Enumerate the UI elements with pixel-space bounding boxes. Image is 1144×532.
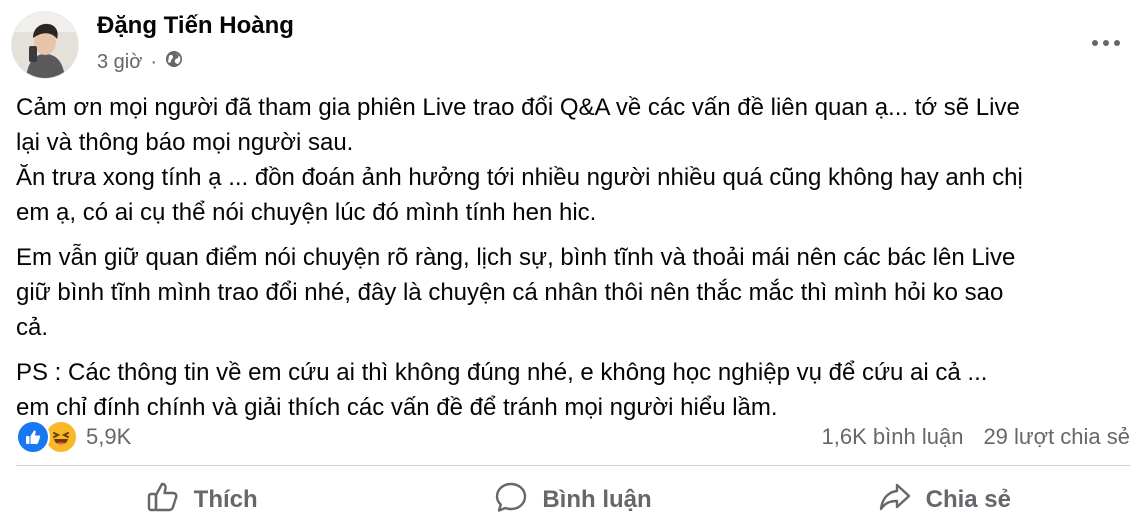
comment-button[interactable]: Bình luận <box>387 472 758 528</box>
like-button[interactable]: Thích <box>16 472 387 528</box>
post-paragraph: PS : Các thông tin về em cứu ai thì khôn… <box>16 359 988 421</box>
post-paragraph: Cảm ơn mọi người đã tham gia phiên Live … <box>16 94 1023 226</box>
post-actions: Thích Bình luận Chia sẻ <box>16 472 1130 528</box>
meta-separator: · <box>150 50 158 73</box>
divider <box>16 465 1130 466</box>
share-button[interactable]: Chia sẻ <box>759 472 1130 528</box>
share-arrow-icon <box>878 480 912 521</box>
globe-icon[interactable] <box>165 50 183 74</box>
more-icon <box>1092 40 1120 46</box>
more-options-button[interactable] <box>1086 30 1126 56</box>
share-count[interactable]: 29 lượt chia sẻ <box>983 424 1130 450</box>
post-stats: 5,9K 1,6K bình luận 29 lượt chia sẻ <box>16 420 1130 454</box>
share-label: Chia sẻ <box>925 486 1011 513</box>
reactions-summary[interactable]: 5,9K <box>16 420 131 454</box>
comment-icon <box>494 480 528 521</box>
post-content: Cảm ơn mọi người đã tham gia phiên Live … <box>16 90 1128 435</box>
post-meta: 3 giờ · <box>97 50 183 74</box>
thumbs-up-icon <box>146 480 180 521</box>
author-avatar[interactable] <box>12 12 78 78</box>
post-time[interactable]: 3 giờ <box>97 51 142 74</box>
post-paragraph: Em vẫn giữ quan điểm nói chuyện rõ ràng,… <box>16 244 1016 341</box>
comment-count[interactable]: 1,6K bình luận <box>822 424 964 450</box>
comment-label: Bình luận <box>542 486 652 513</box>
like-label: Thích <box>193 486 258 513</box>
reaction-count[interactable]: 5,9K <box>86 424 131 450</box>
author-name[interactable]: Đặng Tiến Hoàng <box>97 12 294 40</box>
like-icon <box>16 420 50 454</box>
engagement-counts: 1,6K bình luận 29 lượt chia sẻ <box>822 424 1130 450</box>
